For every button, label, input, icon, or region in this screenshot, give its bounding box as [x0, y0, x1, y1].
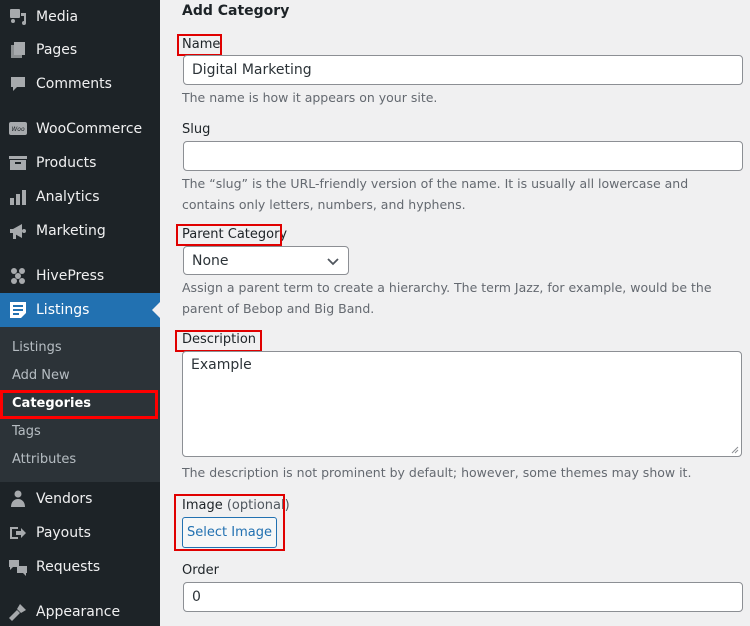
description-textarea[interactable]: Example: [182, 351, 742, 457]
sidebar-label: Pages: [36, 42, 78, 58]
sidebar-item-listings[interactable]: Listings: [0, 293, 160, 327]
products-icon: [8, 153, 28, 173]
sidebar-item-requests[interactable]: Requests: [0, 550, 160, 584]
sidebar-label: Marketing: [36, 223, 106, 239]
analytics-icon: [8, 187, 28, 207]
image-optional-text: (optional): [226, 498, 290, 513]
order-input-value: 0: [192, 589, 201, 605]
submenu-item-add-new[interactable]: Add New: [12, 366, 70, 386]
name-input-value: Digital Marketing: [192, 62, 312, 78]
sidebar-item-products[interactable]: Products: [0, 146, 160, 180]
submenu-item-listings[interactable]: Listings: [12, 338, 62, 358]
chevron-down-icon: [327, 257, 339, 265]
name-input[interactable]: Digital Marketing: [183, 55, 743, 85]
description-help-text: The description is not prominent by defa…: [182, 465, 692, 480]
sidebar-item-hivepress[interactable]: HivePress: [0, 259, 160, 293]
sidebar-label: Payouts: [36, 525, 91, 541]
image-label: Image (optional): [182, 498, 290, 513]
sidebar-label: Vendors: [36, 491, 93, 507]
resize-grip-icon[interactable]: [731, 446, 739, 454]
woocommerce-icon: Woo: [8, 119, 28, 139]
sidebar-label: Requests: [36, 559, 101, 575]
hivepress-icon: [8, 266, 28, 286]
sidebar-item-analytics[interactable]: Analytics: [0, 180, 160, 214]
sidebar-item-pages[interactable]: Pages: [0, 33, 160, 67]
form-title: Add Category: [182, 3, 290, 19]
sidebar-item-vendors[interactable]: Vendors: [0, 482, 160, 516]
name-help-text: The name is how it appears on your site.: [182, 90, 438, 105]
parent-category-help-text: Assign a parent term to create a hierarc…: [182, 280, 712, 316]
sidebar-label: Products: [36, 155, 97, 171]
order-label: Order: [182, 563, 219, 578]
parent-category-selected: None: [192, 252, 229, 269]
sidebar-item-media[interactable]: Media: [0, 0, 160, 34]
description-value: Example: [191, 357, 252, 373]
description-label: Description: [182, 332, 257, 347]
name-label: Name: [182, 37, 221, 52]
sidebar-label: Appearance: [36, 604, 121, 620]
sidebar-item-appearance[interactable]: Appearance: [0, 595, 160, 626]
sidebar-label: WooCommerce: [36, 121, 143, 137]
submenu-item-attributes[interactable]: Attributes: [12, 450, 76, 470]
marketing-icon: [8, 221, 28, 241]
slug-label: Slug: [182, 122, 211, 137]
sidebar-label: Listings: [36, 302, 90, 318]
submenu-item-categories[interactable]: Categories: [12, 394, 91, 414]
payouts-icon: [8, 523, 28, 543]
admin-sidebar: Media Pages Comments Woo WooCommerce Pro…: [0, 0, 160, 626]
sidebar-label: Comments: [36, 76, 112, 92]
appearance-icon: [8, 602, 28, 622]
sidebar-item-woocommerce[interactable]: Woo WooCommerce: [0, 112, 160, 146]
add-category-form: Add Category Name Digital Marketing The …: [160, 0, 750, 626]
select-image-button[interactable]: Select Image: [182, 517, 277, 548]
parent-category-label: Parent Category: [182, 227, 288, 242]
slug-help-text: The “slug” is the URL-friendly version o…: [182, 176, 689, 212]
slug-input[interactable]: [183, 141, 743, 171]
comments-icon: [8, 74, 28, 94]
listings-submenu: Listings Add New Categories Tags Attribu…: [0, 327, 160, 482]
pages-icon: [8, 40, 28, 60]
parent-category-select[interactable]: None: [183, 246, 349, 275]
sidebar-item-marketing[interactable]: Marketing: [0, 214, 160, 248]
svg-text:Woo: Woo: [11, 126, 25, 133]
sidebar-item-payouts[interactable]: Payouts: [0, 516, 160, 550]
sidebar-label: Analytics: [36, 189, 100, 205]
image-label-text: Image: [182, 498, 223, 513]
vendors-icon: [8, 489, 28, 509]
sidebar-label: HivePress: [36, 268, 105, 284]
media-icon: [8, 7, 28, 27]
listings-icon: [8, 300, 28, 320]
sidebar-label: Media: [36, 9, 79, 25]
submenu-item-tags[interactable]: Tags: [12, 422, 41, 442]
order-input[interactable]: 0: [183, 582, 743, 612]
sidebar-item-comments[interactable]: Comments: [0, 67, 160, 101]
requests-icon: [8, 557, 28, 577]
